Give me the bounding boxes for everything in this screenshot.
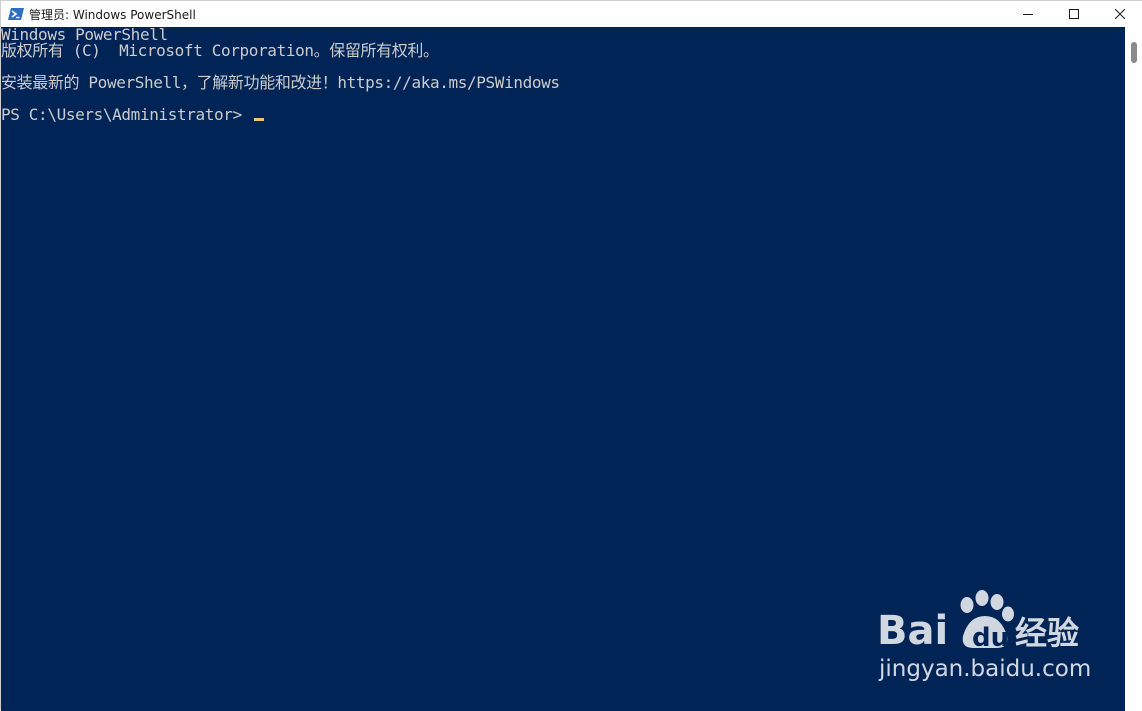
console-line: 版权所有 (C) Microsoft Corporation。保留所有权利。 [1, 41, 439, 60]
prompt-text: PS C:\Users\Administrator> [1, 105, 252, 124]
window-controls [1005, 1, 1142, 27]
powershell-icon [8, 6, 24, 22]
console-line: 安装最新的 PowerShell，了解新功能和改进！https://aka.ms… [1, 73, 560, 92]
vertical-scrollbar[interactable] [1125, 27, 1142, 711]
prompt-line[interactable]: PS C:\Users\Administrator> [1, 105, 265, 124]
console-output[interactable]: Windows PowerShell 版权所有 (C) Microsoft Co… [1, 27, 1125, 711]
close-icon [1115, 9, 1125, 19]
scrollbar-thumb[interactable] [1131, 42, 1137, 63]
window-title: 管理员: Windows PowerShell [29, 7, 196, 22]
title-bar[interactable]: 管理员: Windows PowerShell [1, 1, 1142, 27]
close-button[interactable] [1097, 1, 1142, 27]
maximize-button[interactable] [1051, 1, 1097, 27]
minimize-icon [1023, 14, 1033, 15]
minimize-button[interactable] [1005, 1, 1051, 27]
powershell-window: 管理员: Windows PowerShell Windows PowerShe… [0, 0, 1142, 711]
maximize-icon [1069, 9, 1079, 19]
text-cursor [254, 118, 265, 121]
